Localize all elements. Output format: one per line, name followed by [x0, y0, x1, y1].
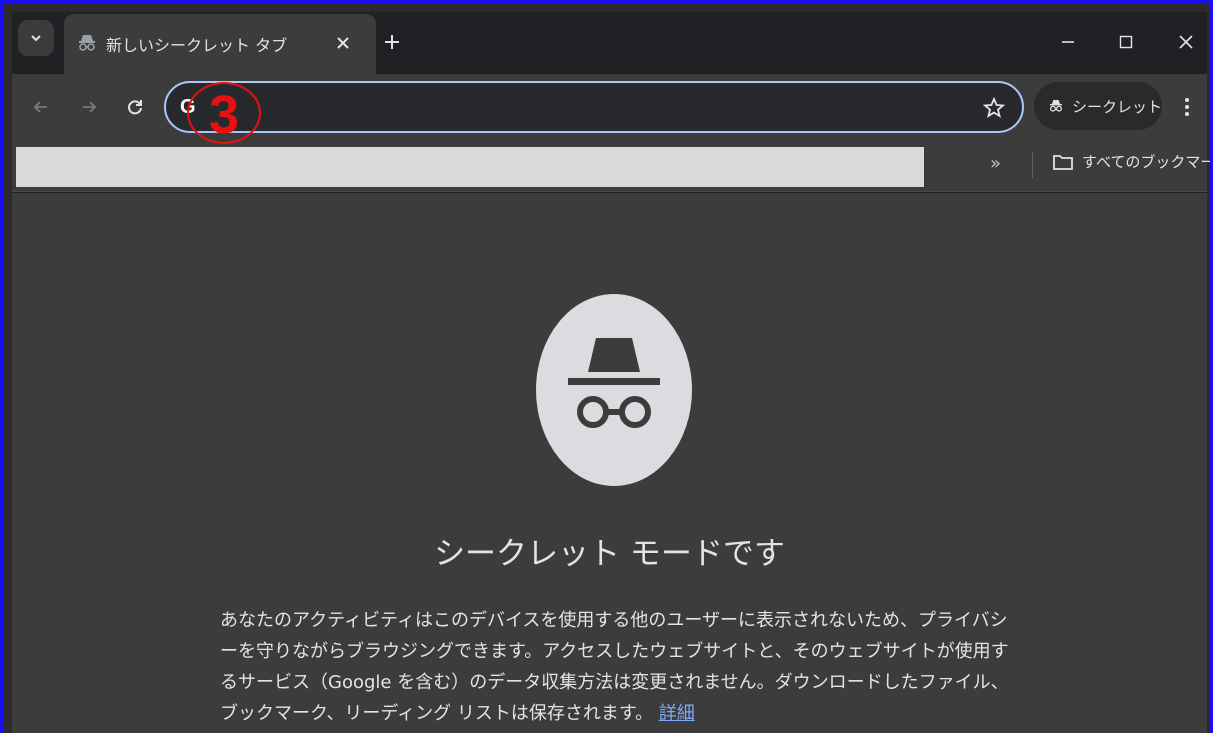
arrow-right-icon [83, 101, 97, 113]
close-icon [337, 37, 349, 49]
tab-search-button[interactable] [18, 20, 54, 56]
maximize-button[interactable] [1106, 26, 1146, 58]
minimize-button[interactable] [1048, 26, 1088, 58]
bookmarks-overflow-button[interactable]: » [990, 153, 1001, 174]
description-text: あなたのアクティビティはこのデバイスを使用する他のユーザーに表示されないため、プ… [220, 610, 1009, 724]
new-tab-button[interactable] [379, 29, 405, 55]
back-button[interactable] [26, 92, 56, 122]
annotation-badge: 3 [187, 82, 261, 144]
incognito-icon [79, 35, 95, 51]
close-icon [1179, 35, 1193, 49]
window-close-button[interactable] [1166, 26, 1206, 58]
incognito-icon [1049, 100, 1062, 112]
tab-incognito[interactable]: 新しいシークレット タブ [64, 14, 376, 74]
tab-strip: 新しいシークレット タブ [12, 12, 1207, 74]
incognito-chip-label: シークレット [1071, 97, 1162, 116]
menu-button[interactable] [1174, 92, 1200, 122]
bookmarks-bar: » すべてのブックマーク [12, 138, 1210, 192]
plus-icon [385, 35, 399, 49]
chevron-down-icon [31, 35, 41, 42]
address-bar[interactable]: G [164, 81, 1024, 133]
bookmarks-divider [1032, 152, 1033, 178]
folder-icon [1053, 154, 1073, 170]
kebab-menu-icon [1185, 98, 1189, 116]
incognito-hero-icon [536, 294, 692, 486]
minimize-icon [1062, 41, 1074, 43]
incognito-chip[interactable]: シークレット [1034, 82, 1162, 130]
star-icon[interactable] [982, 96, 1006, 120]
screenshot-frame: 新しいシークレット タブ G シークレット » すべてのブックマ シークレット … [0, 0, 1213, 733]
forward-button[interactable] [74, 92, 104, 122]
reload-button[interactable] [120, 92, 150, 122]
page-title: シークレット モードです [434, 536, 785, 572]
reload-icon [128, 100, 142, 115]
incognito-page: シークレット モードです あなたのアクティビティはこのデバイスを使用する他のユー… [12, 193, 1207, 733]
all-bookmarks-button[interactable]: すべてのブックマーク [1052, 151, 1210, 172]
arrow-left-icon [33, 101, 47, 113]
tab-title: 新しいシークレット タブ [106, 36, 288, 55]
maximize-icon [1119, 35, 1133, 49]
learn-more-link[interactable]: 詳細 [659, 703, 695, 724]
tab-close-button[interactable] [332, 32, 354, 54]
incognito-icon [568, 338, 660, 428]
incognito-description: あなたのアクティビティはこのデバイスを使用する他のユーザーに表示されないため、プ… [220, 605, 1020, 729]
redacted-bookmarks [16, 147, 924, 187]
all-bookmarks-label: すべてのブックマーク [1082, 153, 1210, 171]
